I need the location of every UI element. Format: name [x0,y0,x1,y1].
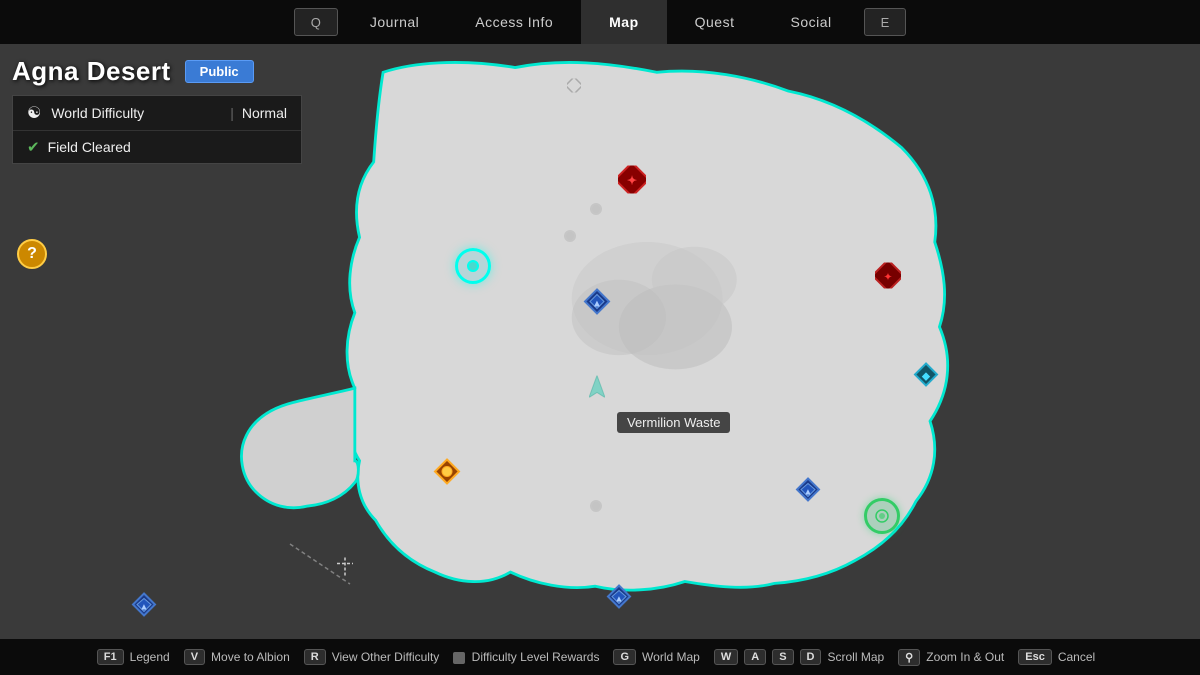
dashed-path-area [280,534,360,594]
key-r: R [304,649,326,665]
area-title-row: Agna Desert Public [12,56,302,87]
player-arrow-icon [589,376,605,398]
marker-enemy-red-top[interactable]: ✦ [618,166,646,199]
key-esc: Esc [1018,649,1052,665]
svg-text:▲: ▲ [592,299,602,310]
circle-icon-2 [564,230,576,242]
marker-green-target[interactable] [864,498,900,534]
legend-label: Legend [130,650,170,664]
circle-icon-3 [590,500,602,512]
checkmark-icon: ✔ [27,138,40,156]
marker-teleport-cyan[interactable] [455,248,491,284]
svg-text:▲: ▲ [804,487,813,497]
blue-diamond-icon-2: ▲ [795,477,821,503]
view-label: View Other Difficulty [332,650,440,664]
scroll-label: Scroll Map [827,650,884,664]
world-difficulty-row: ☯ World Difficulty | Normal [13,96,301,131]
top-navigation: Q Journal Access Info Map Quest Social E [0,0,1200,44]
field-cleared-label: Field Cleared [48,139,287,155]
marker-question[interactable]: ? [17,239,47,269]
move-label: Move to Albion [211,650,290,664]
marker-empty-3[interactable] [590,500,602,512]
cyan-circle-icon [455,248,491,284]
nav-journal[interactable]: Journal [342,0,447,44]
key-d: D [800,649,822,665]
red-enemy-icon-right: ✦ [875,263,901,289]
blue-diamond-icon-1: ▲ [583,288,611,316]
svg-text:▲: ▲ [140,602,149,612]
marker-empty-2[interactable] [564,230,576,242]
blue-diamond-icon-3: ▲ [131,592,157,618]
player-cursor [589,376,605,403]
nav-social[interactable]: Social [762,0,859,44]
key-f1: F1 [97,649,124,665]
worldmap-label: World Map [642,650,700,664]
dashed-path-svg [280,534,360,594]
orange-diamond-icon [433,458,461,486]
marker-orange-resource[interactable] [433,458,461,491]
marker-blue-camp-4[interactable]: ▲ [606,584,632,615]
blue-diamond-icon-4: ▲ [606,584,632,610]
key-e: E [864,8,907,36]
key-s: S [772,649,793,665]
green-circle-icon [864,498,900,534]
world-difficulty-label: World Difficulty [51,105,222,121]
svg-text:✦: ✦ [883,272,892,284]
zoom-label: Zoom In & Out [926,650,1004,664]
red-enemy-icon-top: ✦ [618,166,646,194]
key-v: V [184,649,205,665]
info-box: ☯ World Difficulty | Normal ✔ Field Clea… [12,95,302,164]
notch-icon [567,79,581,93]
teal-diamond-icon: ◆ [913,362,939,388]
world-difficulty-value: Normal [242,105,287,121]
marker-empty-1[interactable] [590,203,602,215]
key-w: W [714,649,738,665]
marker-blue-camp-1[interactable]: ▲ [583,288,611,321]
public-badge: Public [185,60,254,83]
nav-map[interactable]: Map [581,0,667,44]
diff-rewards-label: Difficulty Level Rewards [453,650,599,664]
svg-text:◆: ◆ [922,371,931,383]
marker-info-teal[interactable]: ◆ [913,362,939,393]
key-g: G [613,649,636,665]
question-icon: ? [17,239,47,269]
key-zoom: ⚲ [898,649,920,666]
nav-quest[interactable]: Quest [667,0,763,44]
marker-top-notch [567,79,581,98]
bottom-bar: F1 Legend V Move to Albion R View Other … [0,639,1200,675]
map-area[interactable]: Agna Desert Public ☯ World Difficulty | … [0,44,1200,639]
overlay-panel: Agna Desert Public ☯ World Difficulty | … [12,56,302,164]
marker-enemy-red-right[interactable]: ✦ [875,263,901,294]
key-q: Q [294,8,338,36]
area-name: Agna Desert [12,56,171,87]
difficulty-icon: ☯ [27,103,41,123]
field-cleared-row: ✔ Field Cleared [13,131,301,163]
cyan-circle-inner [467,260,479,272]
marker-blue-camp-3[interactable]: ▲ [131,592,157,623]
key-a: A [744,649,766,665]
marker-blue-camp-2[interactable]: ▲ [795,477,821,508]
svg-text:✦: ✦ [627,174,637,188]
circle-icon-1 [590,203,602,215]
nav-access-info[interactable]: Access Info [447,0,581,44]
svg-text:▲: ▲ [615,594,624,604]
cancel-label: Cancel [1058,650,1095,664]
green-target-inner [873,507,891,525]
difficulty-separator: | [230,105,234,121]
